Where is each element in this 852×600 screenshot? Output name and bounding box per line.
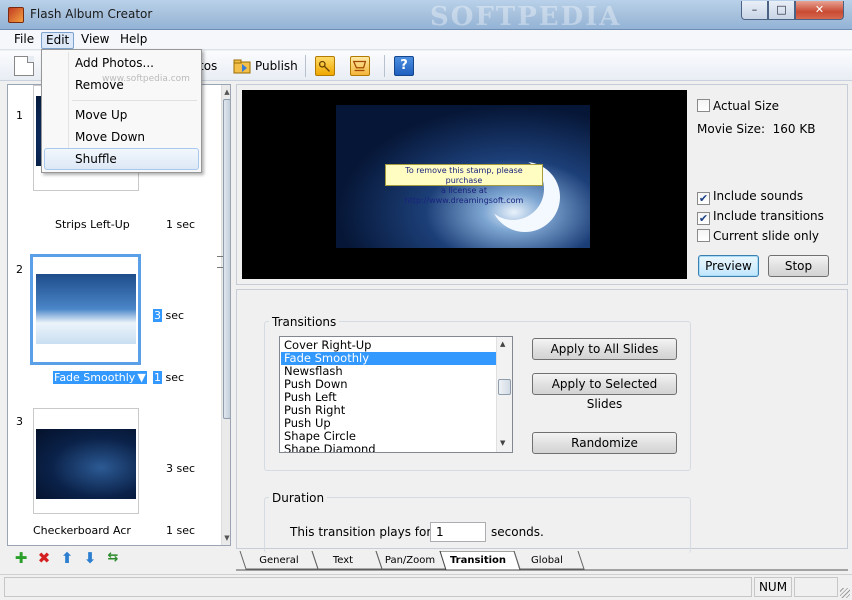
tab-general[interactable]: General bbox=[248, 551, 310, 570]
slide-thumbnail[interactable] bbox=[33, 408, 139, 514]
register-key-icon[interactable] bbox=[315, 56, 335, 76]
list-item[interactable]: Shape Diamond bbox=[281, 443, 497, 453]
resize-grip-icon[interactable] bbox=[840, 588, 850, 598]
tab-pan-zoom[interactable]: Pan/Zoom bbox=[378, 551, 442, 570]
window-title: Flash Album Creator bbox=[30, 7, 153, 21]
toolbar-separator bbox=[384, 55, 385, 77]
minimize-button[interactable]: – bbox=[741, 1, 768, 20]
menu-file[interactable]: File bbox=[10, 32, 38, 49]
actual-size-checkbox[interactable]: Actual Size bbox=[697, 99, 779, 113]
maximize-button[interactable]: □ bbox=[768, 1, 795, 20]
menu-view[interactable]: View bbox=[77, 32, 113, 49]
scrollbar-thumb[interactable] bbox=[223, 99, 230, 419]
slide-tools-bar: ✚ ✖ ⬆ ⬇ ⇆ bbox=[7, 547, 231, 569]
checkbox-icon[interactable] bbox=[697, 229, 710, 242]
slide-thumbnail-selected[interactable] bbox=[30, 254, 141, 365]
menu-shuffle[interactable]: Shuffle bbox=[44, 148, 199, 170]
menu-move-down[interactable]: Move Down bbox=[44, 126, 199, 148]
checkmark-icon[interactable]: ✔ bbox=[697, 212, 710, 225]
app-icon bbox=[8, 7, 24, 23]
slide-image bbox=[36, 274, 136, 344]
edit-menu-dropdown: www.softpedia.com Add Photos... Remove M… bbox=[41, 49, 202, 173]
checkbox-icon[interactable] bbox=[697, 99, 710, 112]
publish-button[interactable]: Publish bbox=[255, 59, 298, 73]
duration-suffix: seconds. bbox=[491, 525, 544, 539]
menu-remove[interactable]: Remove bbox=[44, 74, 199, 96]
transitions-list[interactable]: Cover Right-Up Fade Smoothly Newsflash P… bbox=[279, 336, 513, 453]
randomize-button[interactable]: Randomize bbox=[532, 432, 677, 454]
include-sounds-checkbox[interactable]: ✔ Include sounds bbox=[697, 189, 803, 205]
apply-to-selected-slides-button[interactable]: Apply to Selected Slides bbox=[532, 373, 677, 411]
slide-list-scrollbar[interactable]: ▲ ▼ bbox=[221, 85, 230, 545]
preview-button[interactable]: Preview bbox=[698, 255, 759, 277]
watermark-text: SOFTPEDIA bbox=[430, 2, 622, 32]
slide-image bbox=[36, 429, 136, 499]
slide-transition-dropdown[interactable]: Fade Smoothly ▼ bbox=[53, 371, 147, 384]
slide-transition-label[interactable]: Strips Left-Up bbox=[55, 218, 130, 231]
status-message bbox=[4, 577, 752, 597]
transitions-list-scrollbar[interactable]: ▲ ▼ bbox=[496, 337, 512, 452]
slide-number: 2 bbox=[16, 263, 23, 276]
menu-help[interactable]: Help bbox=[116, 32, 151, 49]
chevron-down-icon[interactable]: ▼ bbox=[136, 371, 147, 384]
current-slide-only-checkbox[interactable]: Current slide only bbox=[697, 229, 819, 243]
duration-prefix: This transition plays for bbox=[290, 525, 432, 539]
slide-display-time[interactable]: 3 sec bbox=[153, 309, 184, 322]
close-button[interactable]: ✕ bbox=[795, 1, 844, 20]
shopping-cart-icon[interactable] bbox=[350, 56, 370, 76]
scrollbar-thumb[interactable] bbox=[498, 379, 511, 395]
slide-number: 3 bbox=[16, 415, 23, 428]
delete-slide-icon[interactable]: ✖ bbox=[36, 550, 52, 566]
scroll-up-arrow-icon[interactable]: ▲ bbox=[223, 87, 230, 97]
checkmark-icon[interactable]: ✔ bbox=[697, 192, 710, 205]
menu-move-up[interactable]: Move Up bbox=[44, 104, 199, 126]
include-transitions-checkbox[interactable]: ✔ Include transitions bbox=[697, 209, 824, 225]
slide-transition-time[interactable]: 1 sec bbox=[166, 524, 195, 537]
slide-number: 1 bbox=[16, 109, 23, 122]
duration-input[interactable]: 1 bbox=[430, 522, 486, 542]
shuffle-icon[interactable]: ⇆ bbox=[105, 550, 121, 566]
license-stamp: To remove this stamp, please purchase a … bbox=[385, 164, 543, 205]
scroll-down-arrow-icon[interactable]: ▼ bbox=[500, 439, 505, 447]
publish-icon[interactable] bbox=[232, 56, 252, 76]
menu-separator bbox=[72, 100, 197, 101]
apply-to-all-slides-button[interactable]: Apply to All Slides bbox=[532, 338, 677, 360]
num-lock-indicator: NUM bbox=[754, 577, 792, 597]
settings-tabs: General Text Pan/Zoom Transition Global bbox=[236, 551, 848, 571]
move-up-icon[interactable]: ⬆ bbox=[59, 550, 75, 566]
stop-button[interactable]: Stop bbox=[768, 255, 829, 277]
tab-text[interactable]: Text bbox=[314, 551, 372, 570]
duration-group-label: Duration bbox=[269, 491, 328, 505]
status-panel-empty bbox=[794, 577, 838, 597]
slide-transition-time[interactable]: 1 sec bbox=[153, 371, 184, 384]
slide-transition-time[interactable]: 1 sec bbox=[166, 218, 195, 231]
menu-add-photos[interactable]: Add Photos... bbox=[44, 52, 199, 74]
toolbar-separator bbox=[305, 55, 306, 77]
slide-display-time[interactable]: 3 sec bbox=[166, 462, 195, 475]
tab-global[interactable]: Global bbox=[518, 551, 576, 570]
movie-size-readout: Movie Size: 160 KB bbox=[697, 122, 816, 136]
scroll-down-arrow-icon[interactable]: ▼ bbox=[223, 533, 230, 543]
move-down-icon[interactable]: ⬇ bbox=[82, 550, 98, 566]
tab-transition[interactable]: Transition bbox=[446, 551, 510, 570]
transitions-group-label: Transitions bbox=[269, 315, 340, 329]
title-bar: Flash Album Creator SOFTPEDIA – □ ✕ bbox=[0, 0, 852, 32]
status-bar: NUM bbox=[0, 574, 852, 600]
add-slide-icon[interactable]: ✚ bbox=[13, 550, 29, 566]
menu-edit[interactable]: Edit bbox=[41, 32, 75, 49]
help-icon[interactable]: ? bbox=[394, 56, 414, 76]
scroll-up-arrow-icon[interactable]: ▲ bbox=[500, 340, 505, 348]
panel-splitter-grip[interactable] bbox=[217, 256, 223, 268]
new-album-icon[interactable] bbox=[14, 56, 34, 76]
menu-bar: File Edit View Help bbox=[0, 30, 852, 50]
slide-transition-label[interactable]: Checkerboard Acr bbox=[33, 524, 131, 537]
